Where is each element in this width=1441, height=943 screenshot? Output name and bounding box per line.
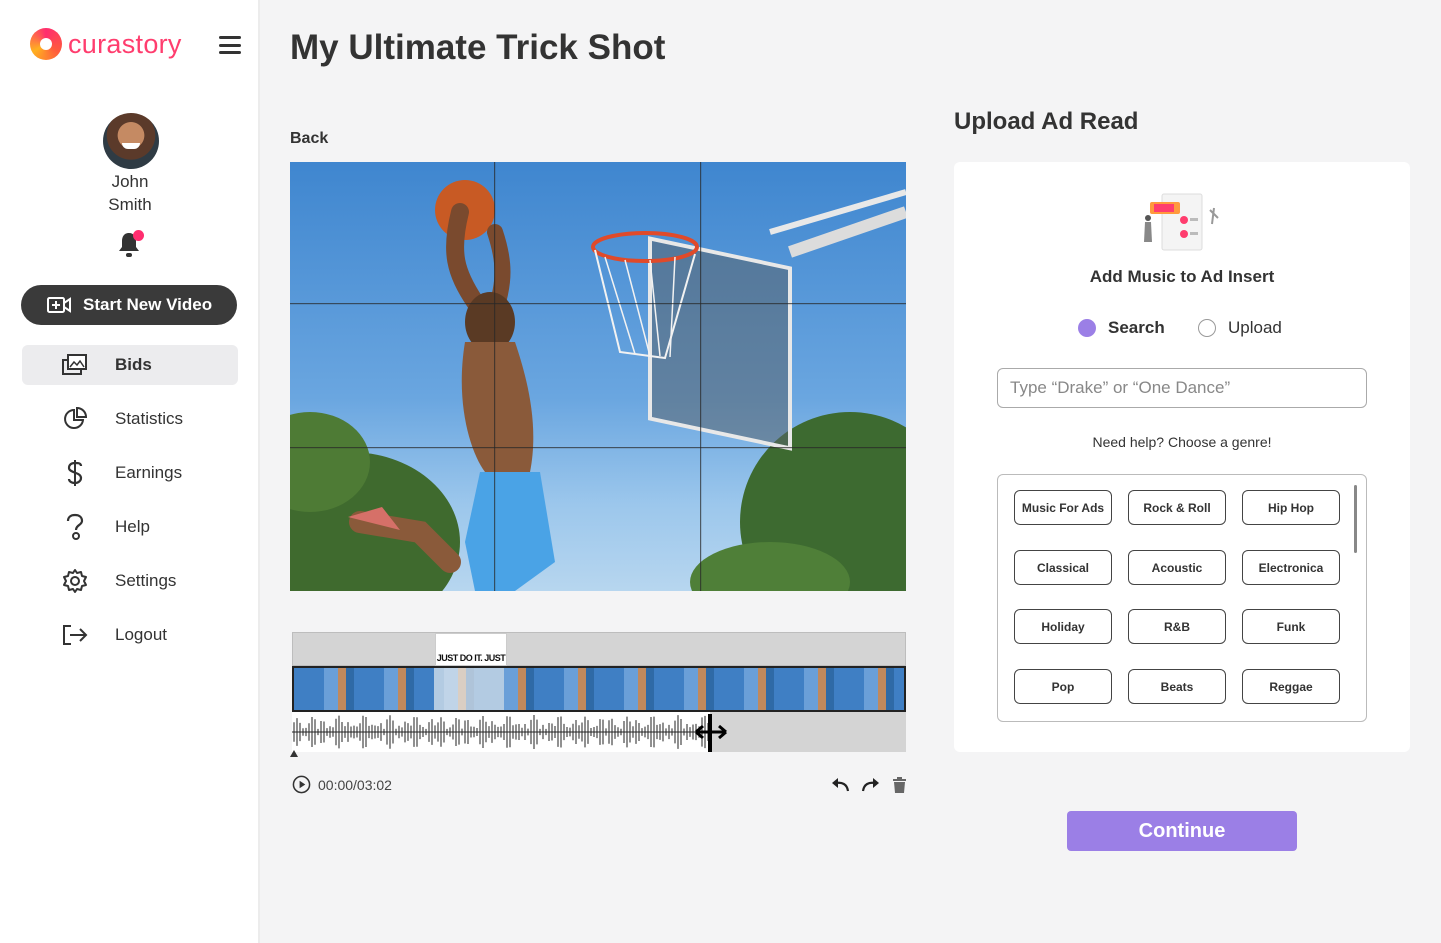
ad-track[interactable]: JUST DO IT. JUST [292,632,906,666]
genre-button[interactable]: Rock & Roll [1128,490,1226,525]
undo-icon[interactable] [830,776,850,794]
sidebar-item-earnings[interactable]: Earnings [22,453,238,493]
sidebar-item-bids[interactable]: Bids [22,345,238,385]
genre-button[interactable]: Reggae [1242,669,1340,704]
radio-unchecked-icon [1198,319,1216,337]
genre-help-text: Need help? Choose a genre! [1092,434,1272,450]
gear-icon [60,566,90,596]
timeline-start-marker [290,750,298,757]
card-heading: Add Music to Ad Insert [1089,267,1275,286]
genre-button[interactable]: Funk [1242,609,1340,644]
sidebar-nav: Bids Statistics Earnings Help Settings L… [22,345,238,669]
ad-read-card: Add Music to Ad Insert Search Upload Nee… [954,162,1410,752]
trash-icon[interactable] [892,776,907,794]
sidebar: curastory John Smith Start New Video Bid… [0,0,260,943]
genre-button[interactable]: Pop [1014,669,1112,704]
ad-insert-overlay [434,668,504,710]
playback-time: 00:00/03:02 [318,777,392,793]
genre-button[interactable]: Acoustic [1128,550,1226,585]
genre-button[interactable]: Electronica [1242,550,1340,585]
continue-button[interactable]: Continue [1067,811,1297,851]
user-last-name: Smith [108,195,152,214]
genre-button[interactable]: Beats [1128,669,1226,704]
curastory-logo[interactable]: curastory [30,28,182,60]
drag-arrows-icon[interactable] [694,722,728,742]
upload-mode-radio[interactable]: Upload [1198,318,1282,338]
radio-checked-icon [1078,319,1096,337]
logo-mark-icon [30,28,62,60]
help-icon [60,512,90,542]
genre-scrollbar[interactable] [1354,485,1357,553]
music-ad-illustration-icon [1144,193,1219,251]
genre-button[interactable]: Music For Ads [1014,490,1112,525]
panel-title: Upload Ad Read [954,108,1139,135]
audio-waveform-active [292,712,710,752]
search-mode-radio[interactable]: Search [1078,318,1165,338]
video-filmstrip[interactable] [292,666,906,712]
logo-text: curastory [68,28,182,59]
avatar[interactable] [103,113,159,169]
video-plus-icon [47,297,71,313]
genre-button[interactable]: Holiday [1014,609,1112,644]
genre-button[interactable]: R&B [1128,609,1226,644]
genre-button[interactable]: Classical [1014,550,1112,585]
dollar-icon [60,458,90,488]
ad-clip-label: JUST DO IT. JUST [436,653,506,663]
start-new-video-label: Start New Video [83,295,213,314]
audio-waveform-track[interactable] [292,712,906,752]
genre-list: Music For Ads Rock & Roll Hip Hop Classi… [997,474,1367,722]
sidebar-item-label: Bids [115,355,152,374]
sidebar-item-label: Help [115,517,150,536]
timeline[interactable]: JUST DO IT. JUST [290,632,906,757]
radio-label: Upload [1228,318,1282,337]
sidebar-item-label: Statistics [115,409,184,428]
sidebar-item-help[interactable]: Help [22,507,238,547]
back-link[interactable]: Back [290,130,328,148]
waveform-icon [292,715,710,749]
video-frame-image [290,162,906,591]
page-title: My Ultimate Trick Shot [290,28,666,67]
playback-bar: 00:00/03:02 [290,775,906,795]
bids-icon [60,350,90,380]
sidebar-item-label: Settings [115,571,177,590]
sidebar-item-logout[interactable]: Logout [22,615,238,655]
sidebar-item-statistics[interactable]: Statistics [22,399,238,439]
hamburger-menu-icon[interactable] [219,36,241,54]
play-icon[interactable] [292,775,311,794]
video-preview[interactable] [290,162,906,591]
sidebar-item-label: Earnings [115,463,183,482]
notification-dot [133,230,144,241]
sidebar-item-settings[interactable]: Settings [22,561,238,601]
logout-icon [60,620,90,650]
music-search-input[interactable] [997,368,1367,408]
radio-label: Search [1108,318,1165,337]
redo-icon[interactable] [861,776,881,794]
pie-chart-icon [60,404,90,434]
genre-button[interactable]: Hip Hop [1242,490,1340,525]
user-first-name: John [111,172,149,191]
start-new-video-button[interactable]: Start New Video [21,285,237,325]
sidebar-item-label: Logout [115,625,167,644]
ad-clip[interactable]: JUST DO IT. JUST [435,633,507,666]
